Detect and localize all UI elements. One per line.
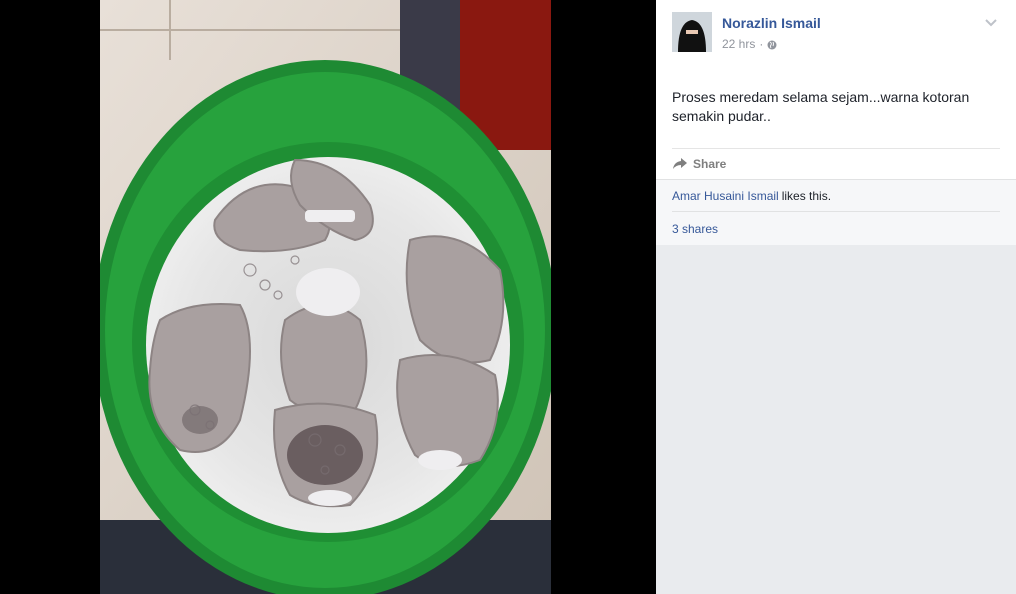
shares-count-link[interactable]: 3 shares [672,222,718,236]
post-card: Norazlin Ismail 22 hrs · Proses meredam … [656,0,1016,179]
post-actions-bar: Share [672,149,1000,179]
share-label: Share [693,157,727,171]
post-meta: 22 hrs · [722,37,777,51]
likes-suffix: likes this. [781,188,832,203]
post-message: Proses meredam selama sejam...warna koto… [672,89,970,124]
post-header: Norazlin Ismail 22 hrs · [672,12,1000,56]
share-arrow-icon [672,157,688,171]
likes-row: Amar Husaini Ismail likes this. [672,180,1000,212]
post-photo[interactable] [100,0,551,594]
share-button[interactable]: Share [672,157,726,171]
photo-basin-image [100,0,551,594]
chevron-down-icon[interactable] [984,16,998,30]
shares-row: 3 shares [672,212,1000,245]
author-name-link[interactable]: Norazlin Ismail [722,15,821,31]
liker-name-link[interactable]: Amar Husaini Ismail [672,189,779,203]
post-side-panel: Norazlin Ismail 22 hrs · Proses meredam … [656,0,1016,594]
photo-viewer [0,0,656,594]
post-timestamp[interactable]: 22 hrs [722,37,755,51]
meta-separator: · [759,37,764,51]
author-avatar[interactable] [672,12,712,52]
social-summary: Amar Husaini Ismail likes this. 3 shares [656,179,1016,245]
globe-icon[interactable] [767,39,777,50]
avatar-image [672,12,712,52]
